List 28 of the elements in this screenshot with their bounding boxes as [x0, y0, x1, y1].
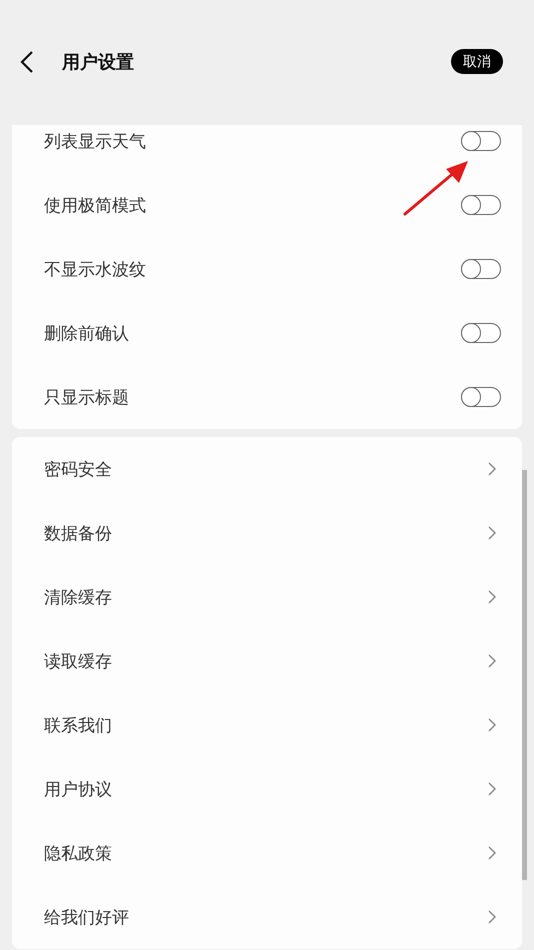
setting-label: 不显示水波纹 — [44, 258, 147, 280]
setting-label: 使用极简模式 — [44, 194, 147, 216]
setting-label: 只显示标题 — [44, 386, 130, 408]
toggle-switch[interactable] — [461, 323, 501, 343]
toggle-switch[interactable] — [461, 259, 501, 279]
menu-item[interactable]: 数据备份 — [44, 522, 487, 544]
chevron-icon — [487, 653, 497, 669]
menu-item[interactable]: 联系我们 — [44, 714, 487, 736]
toggle-switch[interactable] — [461, 195, 501, 215]
chevron-icon — [487, 525, 497, 541]
menu-item[interactable]: 读取缓存 — [44, 650, 487, 672]
chevron-icon — [487, 589, 497, 605]
chevron-icon — [487, 909, 497, 925]
setting-label: 删除前确认 — [44, 322, 130, 344]
setting-label: 列表显示天气 — [44, 130, 147, 152]
chevron-icon — [487, 845, 497, 861]
chevron-icon — [487, 781, 497, 797]
chevron-icon — [487, 717, 497, 733]
menu-item[interactable]: 用户协议 — [44, 778, 487, 800]
chevron-icon — [487, 461, 497, 477]
menu-item[interactable]: 清除缓存 — [44, 586, 487, 608]
page-title: 用户设置 — [62, 50, 135, 74]
menu-item[interactable]: 密码安全 — [44, 458, 487, 480]
menu-item[interactable]: 隐私政策 — [44, 842, 487, 864]
menu-item[interactable]: 给我们好评 — [44, 906, 487, 928]
toggle-switch[interactable] — [461, 131, 501, 151]
toggle-switch[interactable] — [461, 387, 501, 407]
cancel-button[interactable]: 取消 — [451, 49, 503, 74]
